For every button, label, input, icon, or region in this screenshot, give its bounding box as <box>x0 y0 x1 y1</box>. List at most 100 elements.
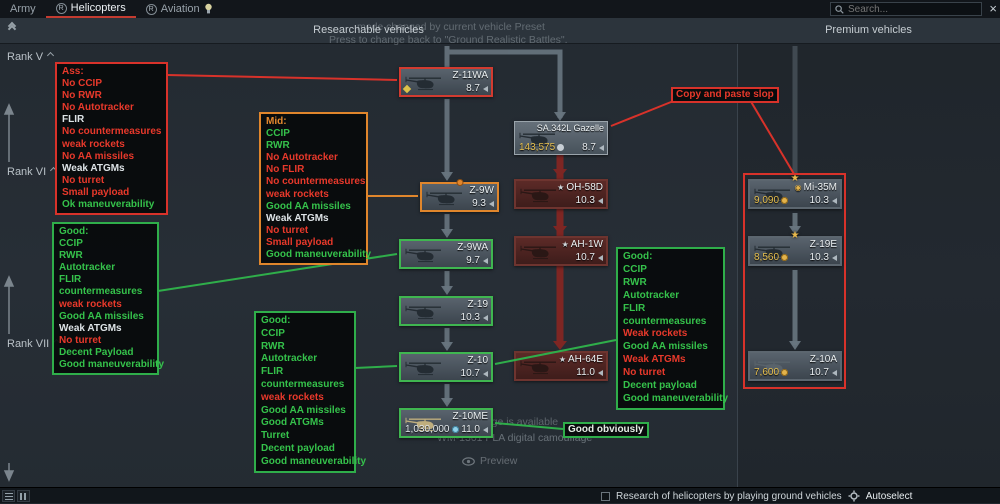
note-line: FLIR <box>623 303 718 316</box>
vehicle-br: 10.3 <box>576 195 603 206</box>
note-line: CCIP <box>59 238 152 250</box>
vehicle-card-oh58d[interactable]: ★OH-58D 10.3 <box>514 179 608 209</box>
note-line: RWR <box>59 250 152 262</box>
search-input[interactable] <box>848 4 973 15</box>
vehicle-name: Z-9WA <box>457 242 488 253</box>
view-grid-button[interactable] <box>17 490 30 502</box>
note-line: countermeasures <box>261 379 349 392</box>
note-line: Weak ATGMs <box>623 354 718 367</box>
battle-mode-icon <box>832 255 837 261</box>
note-line: FLIR <box>261 366 349 379</box>
vehicle-br: 9.3 <box>472 198 494 209</box>
battle-mode-icon <box>483 371 488 377</box>
search-box[interactable] <box>830 2 982 16</box>
note-line: FLIR <box>62 114 161 126</box>
golden-eagles-icon <box>781 369 788 376</box>
battle-mode-icon <box>832 370 837 376</box>
premium-vehicles-header: Premium vehicles <box>737 24 1000 36</box>
golden-eagles-icon <box>781 197 788 204</box>
helicopter-icon <box>518 188 562 203</box>
helicopter-icon <box>424 191 468 206</box>
vehicle-purchase-cost: 9,090 <box>754 195 788 206</box>
note-line: Weak ATGMs <box>62 163 161 175</box>
vehicle-card-mi35m[interactable]: ★ ◉Mi-35M 9,090 10.3 <box>748 179 842 209</box>
note-line: CCIP <box>623 264 718 277</box>
note-line: weak rockets <box>261 392 349 405</box>
vehicle-br: 10.3 <box>810 195 837 206</box>
vehicle-purchase-cost: 143,575 <box>519 142 564 153</box>
helicopter-icon <box>403 248 447 263</box>
collapse-up-icon[interactable] <box>9 26 15 32</box>
rank-v-label[interactable]: Rank V <box>7 51 53 63</box>
battle-mode-icon <box>599 145 604 151</box>
vehicle-name: SA.342L Gazelle <box>537 123 604 133</box>
vehicle-br: 10.7 <box>810 367 837 378</box>
vehicle-card-ah64e[interactable]: ★AH-64E 11.0 <box>514 351 608 381</box>
rank-vi-label[interactable]: Rank VI <box>7 166 56 178</box>
battle-mode-icon <box>489 201 494 207</box>
search-icon <box>835 5 844 14</box>
vehicle-name: Z-10A <box>810 354 837 365</box>
vehicle-name: ★AH-1W <box>562 239 603 250</box>
note-line: Autotracker <box>59 262 152 274</box>
research-progress-icon <box>456 179 463 186</box>
research-by-ground-checkbox[interactable] <box>601 492 610 501</box>
autoselect-gear-icon <box>848 490 860 502</box>
note-line: countermeasures <box>59 286 152 298</box>
note-line: Good AA missiles <box>261 405 349 418</box>
premium-star-icon: ★ <box>791 230 800 241</box>
squadron-star-icon: ★ <box>557 183 564 192</box>
vehicle-name: Z-19 <box>467 299 488 310</box>
battle-mode-icon <box>483 258 488 264</box>
annotation-box-good-center: Good:CCIPRWRAutotrackerFLIRcountermeasur… <box>254 311 356 473</box>
vehicle-name: Z-19E <box>810 239 837 250</box>
top-tab-bar: Army R Helicopters R Aviation × <box>0 0 1000 18</box>
note-line: weak rockets <box>62 139 161 151</box>
vehicle-card-ah1w[interactable]: ★AH-1W 10.7 <box>514 236 608 266</box>
note-line: Good ATGMs <box>261 417 349 430</box>
vehicle-br: 10.3 <box>461 312 488 323</box>
vehicle-card-z9wa[interactable]: Z-9WA 9.7 <box>399 239 493 269</box>
close-icon[interactable]: × <box>989 0 997 17</box>
vehicle-name: Z-10ME <box>452 411 488 422</box>
annotation-box-slop: Copy and paste slop <box>671 87 779 103</box>
tab-helicopters[interactable]: R Helicopters <box>46 0 136 18</box>
vehicle-br: 8.7 <box>582 142 604 153</box>
golden-eagles-icon <box>781 254 788 261</box>
tab-army[interactable]: Army <box>0 0 46 18</box>
annotation-box-mid: Mid:CCIPRWRNo AutotrackerNo FLIRNo count… <box>259 112 368 265</box>
vehicle-br: 11.0 <box>576 367 603 378</box>
vehicle-card-z19[interactable]: Z-19 10.3 <box>399 296 493 326</box>
note-line: Mid: <box>266 116 361 128</box>
helicopter-icon <box>403 305 447 320</box>
note-line: Small payload <box>62 187 161 199</box>
note-line: No AA missiles <box>62 151 161 163</box>
view-list-button[interactable] <box>2 490 15 502</box>
vehicle-card-z19e[interactable]: ★ Z-19E 8,560 10.3 <box>748 236 842 266</box>
vehicle-br: 11.0 <box>461 424 488 435</box>
autoselect-button[interactable]: Autoselect <box>866 491 913 502</box>
note-line: Autotracker <box>261 353 349 366</box>
helicopter-icon <box>403 361 447 376</box>
vehicle-research-cost: 1,030,000 <box>405 424 459 435</box>
vehicle-br: 10.7 <box>576 252 603 263</box>
squadron-star-icon: ★ <box>562 240 569 249</box>
annotation-box-obviously: Good obviously <box>563 422 649 438</box>
vehicle-card-z10[interactable]: Z-10 10.7 <box>399 352 493 382</box>
helicopter-icon <box>518 360 562 375</box>
research-points-icon <box>452 426 459 433</box>
researchable-vehicles-header: Researchable vehicles <box>0 24 737 36</box>
note-line: Good maneuverability <box>59 359 152 371</box>
vehicle-card-gazelle[interactable]: SA.342L Gazelle 143,575 8.7 <box>514 121 608 155</box>
vehicle-card-z9w[interactable]: Z-9W 9.3 <box>420 182 499 212</box>
tab-aviation[interactable]: R Aviation <box>136 0 223 18</box>
vehicle-card-z10a[interactable]: Z-10A 7,600 10.7 <box>748 351 842 381</box>
battle-mode-icon <box>598 198 603 204</box>
note-line: Good maneuverability <box>266 249 361 261</box>
annotation-box-good-right: Good:CCIPRWRAutotrackerFLIRcountermeasur… <box>616 247 725 410</box>
vehicle-card-z11wa[interactable]: Z-11WA 8.7 <box>399 67 493 97</box>
note-line: Good maneuverability <box>623 393 718 406</box>
vehicle-card-z10me[interactable]: Z-10ME 1,030,000 11.0 <box>399 408 493 438</box>
note-line: CCIP <box>261 328 349 341</box>
battle-mode-icon <box>483 86 488 92</box>
